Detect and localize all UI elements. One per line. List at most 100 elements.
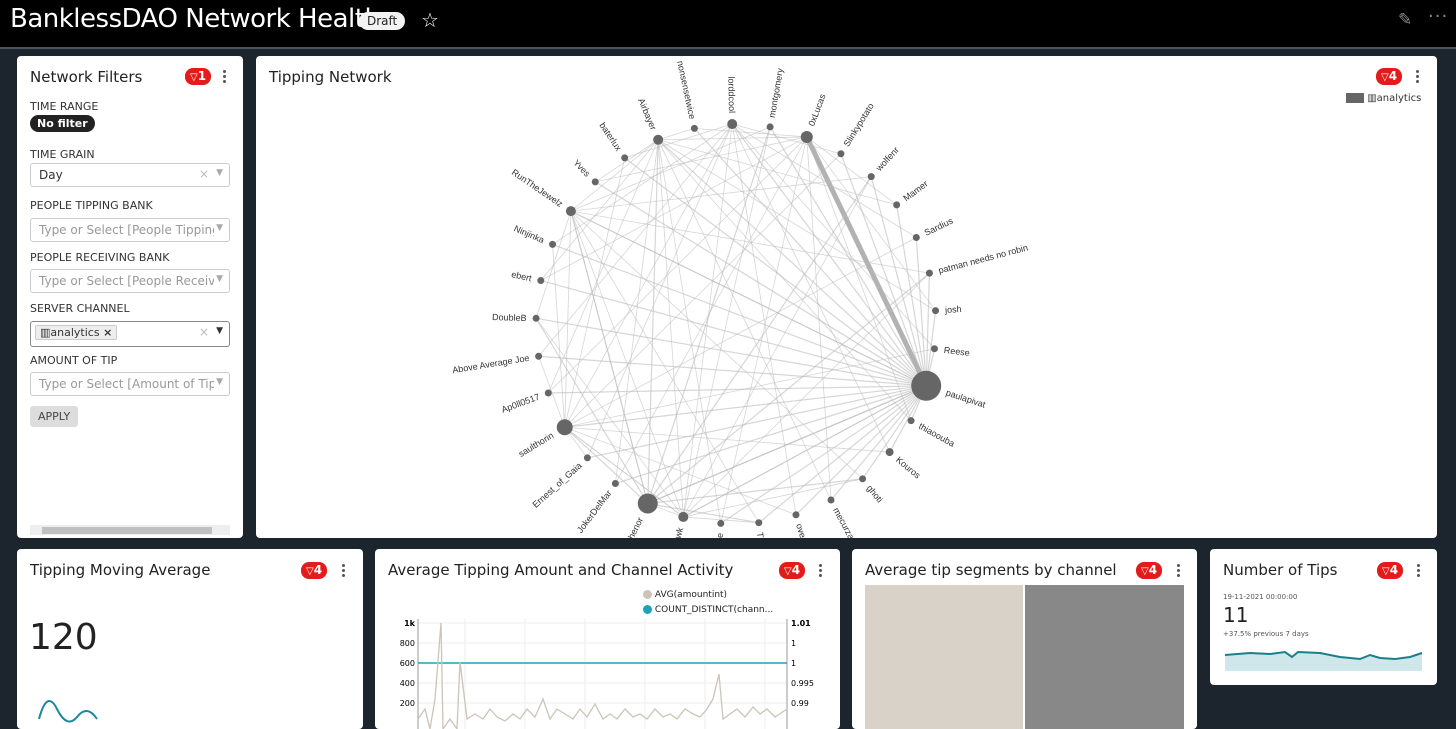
network-node[interactable] xyxy=(893,201,901,209)
horizontal-scrollbar[interactable] xyxy=(30,525,230,535)
network-node[interactable] xyxy=(591,178,599,186)
network-node-label: Ninjinka xyxy=(512,223,545,245)
network-node-label: tomahawk xyxy=(665,526,686,538)
filter-count-badge[interactable]: ▽4 xyxy=(1136,562,1163,579)
network-node[interactable] xyxy=(565,206,576,217)
network-edge xyxy=(683,272,930,518)
people-tipping-label: PEOPLE TIPPING BANK xyxy=(30,199,153,212)
clear-icon[interactable]: × xyxy=(199,325,209,339)
amount-placeholder: Type or Select [Amount of Tip] xyxy=(39,377,214,391)
network-edge xyxy=(731,123,890,453)
network-node-label: ebert xyxy=(510,269,533,283)
network-node[interactable] xyxy=(792,511,800,519)
people-receiving-select[interactable]: Type or Select [People Receivi ▼ xyxy=(30,269,230,293)
draft-badge[interactable]: Draft xyxy=(359,12,406,30)
network-edge xyxy=(720,136,808,524)
network-node[interactable] xyxy=(717,519,725,527)
network-node[interactable] xyxy=(925,269,933,277)
network-node-label: Yves xyxy=(571,158,592,179)
network-node[interactable] xyxy=(611,480,619,488)
server-channel-select[interactable]: ▥analytics × × ▼ xyxy=(30,321,230,347)
network-node-label: Ernest_of_Gaia xyxy=(530,460,583,509)
network-node[interactable] xyxy=(621,154,629,162)
network-node[interactable] xyxy=(911,370,942,401)
network-node[interactable] xyxy=(837,150,845,158)
network-node-label: Sardius xyxy=(923,215,955,237)
treemap-segment[interactable] xyxy=(1025,585,1184,729)
people-tipping-select[interactable]: Type or Select [People Tipping ▼ xyxy=(30,218,230,242)
network-node-label: DoubleB xyxy=(492,312,527,323)
network-node[interactable] xyxy=(867,173,875,181)
kebab-menu-icon[interactable] xyxy=(1177,564,1181,579)
network-graph[interactable]: nonsensetwice lorddcool montgomery 0xLucas S… xyxy=(256,56,1437,538)
network-node[interactable] xyxy=(549,240,557,248)
network-node-label: thiaoouba xyxy=(917,421,956,449)
amount-select[interactable]: Type or Select [Amount of Tip] ▼ xyxy=(30,372,230,396)
network-node[interactable] xyxy=(532,314,540,322)
time-grain-select[interactable]: Day × ▼ xyxy=(30,163,230,187)
apply-button[interactable]: APPLY xyxy=(30,406,79,427)
avg-amount-chart[interactable]: 1k 800 600 400 200 1.01 1 1 0.995 0.99 xyxy=(375,549,840,729)
network-node[interactable] xyxy=(827,496,835,504)
network-edge xyxy=(564,157,626,428)
more-options-icon[interactable]: ··· xyxy=(1428,6,1448,27)
chart-icon: ▥ xyxy=(40,326,51,339)
time-grain-value: Day xyxy=(39,168,63,182)
network-node[interactable] xyxy=(800,130,813,143)
network-node-label: Mamer xyxy=(901,179,929,204)
network-node[interactable] xyxy=(755,519,763,527)
filter-count-badge[interactable]: ▽1 xyxy=(185,68,212,85)
segments-title: Average tip segments by channel xyxy=(865,561,1117,579)
network-node[interactable] xyxy=(653,134,664,145)
treemap-segment[interactable] xyxy=(865,585,1023,729)
chevron-down-icon: ▼ xyxy=(216,326,223,336)
kebab-menu-icon[interactable] xyxy=(223,70,227,85)
network-node[interactable] xyxy=(535,352,543,360)
network-edge xyxy=(624,157,927,387)
network-node[interactable] xyxy=(932,307,940,315)
chevron-down-icon: ▼ xyxy=(216,274,223,284)
time-range-pill[interactable]: No filter xyxy=(30,115,95,132)
network-node[interactable] xyxy=(859,475,867,483)
analytics-chip[interactable]: ▥analytics × xyxy=(35,325,118,340)
network-node[interactable] xyxy=(885,448,894,457)
people-receiving-placeholder: Type or Select [People Receivi xyxy=(39,274,214,288)
network-node[interactable] xyxy=(727,119,738,130)
moving-average-sparkline xyxy=(38,700,98,723)
time-grain-label: TIME GRAIN xyxy=(30,148,95,161)
network-node-label: nonsensetwice xyxy=(675,60,697,120)
clear-icon[interactable]: × xyxy=(199,167,209,181)
star-icon[interactable]: ☆ xyxy=(421,8,439,32)
network-node[interactable] xyxy=(912,233,920,241)
network-node[interactable] xyxy=(930,345,938,353)
network-node[interactable] xyxy=(537,277,545,285)
filters-title: Network Filters xyxy=(30,68,143,86)
chevron-down-icon: ▼ xyxy=(216,168,223,178)
network-node-label: The Marvel xyxy=(755,532,770,538)
network-edge xyxy=(570,210,684,518)
server-channel-label: SERVER CHANNEL xyxy=(30,302,130,315)
network-node[interactable] xyxy=(907,417,915,425)
network-node[interactable] xyxy=(556,419,573,436)
network-node[interactable] xyxy=(678,511,689,522)
right-tick: 0.995 xyxy=(791,679,814,688)
right-tick: 0.99 xyxy=(791,699,809,708)
network-node[interactable] xyxy=(583,454,591,462)
network-node[interactable] xyxy=(637,493,658,514)
network-node-label: paulapivat xyxy=(945,388,988,410)
edit-icon[interactable]: ✎ xyxy=(1398,10,1412,30)
dashboard-title: BanklessDAO Network Health xyxy=(10,4,381,34)
network-node-label: Airbayer xyxy=(636,97,658,132)
network-edge xyxy=(806,136,832,501)
left-tick: 600 xyxy=(400,659,415,668)
remove-chip-icon[interactable]: × xyxy=(103,326,112,339)
network-edge xyxy=(731,123,797,515)
network-edge xyxy=(535,317,927,387)
chevron-down-icon: ▼ xyxy=(216,377,223,387)
network-node[interactable] xyxy=(544,389,552,397)
network-node[interactable] xyxy=(690,124,698,132)
network-edge xyxy=(535,317,649,504)
network-node[interactable] xyxy=(766,123,774,131)
scrollbar-thumb[interactable] xyxy=(42,527,212,534)
segments-panel: Average tip segments by channel ▽4 xyxy=(852,549,1197,729)
